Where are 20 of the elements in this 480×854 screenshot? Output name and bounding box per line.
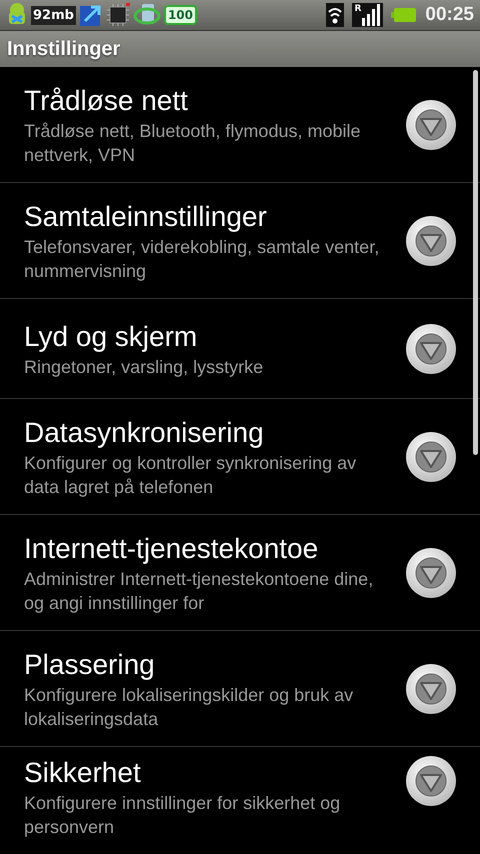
- expand-icon: [405, 755, 457, 807]
- settings-item[interactable]: Plassering Konfigurere lokaliseringskilder og bruk av lokaliseringsdata: [0, 631, 480, 747]
- counter-badge: 100: [164, 5, 198, 25]
- expand-icon: [405, 98, 457, 150]
- expand-icon: [405, 546, 457, 598]
- clock: 00:25: [425, 4, 474, 26]
- settings-item[interactable]: Sikkerhet Konfigurere innstillinger for sikkerhet og personvern: [0, 747, 480, 854]
- settings-item[interactable]: Datasynkronisering Konfigurer og kontroller synkronisering av data lagret på telefonen: [0, 399, 480, 515]
- signal-indicator: R: [352, 3, 384, 27]
- memory-indicator: 92mb: [31, 6, 76, 24]
- chip-icon: [106, 3, 130, 27]
- screen-title: Innstillinger: [7, 38, 120, 60]
- expand-icon: [405, 214, 457, 266]
- expand-icon: [405, 322, 457, 374]
- expand-icon: [405, 662, 457, 714]
- battery-icon: [391, 7, 418, 23]
- wifi-icon: [326, 3, 344, 27]
- settings-item[interactable]: Internett-tjenestekontoe Administrer Internett-tjenestekontoene dine, og angi innstillinger for: [0, 515, 480, 631]
- expand-icon: [405, 430, 457, 482]
- signal-bars-icon: [361, 4, 382, 26]
